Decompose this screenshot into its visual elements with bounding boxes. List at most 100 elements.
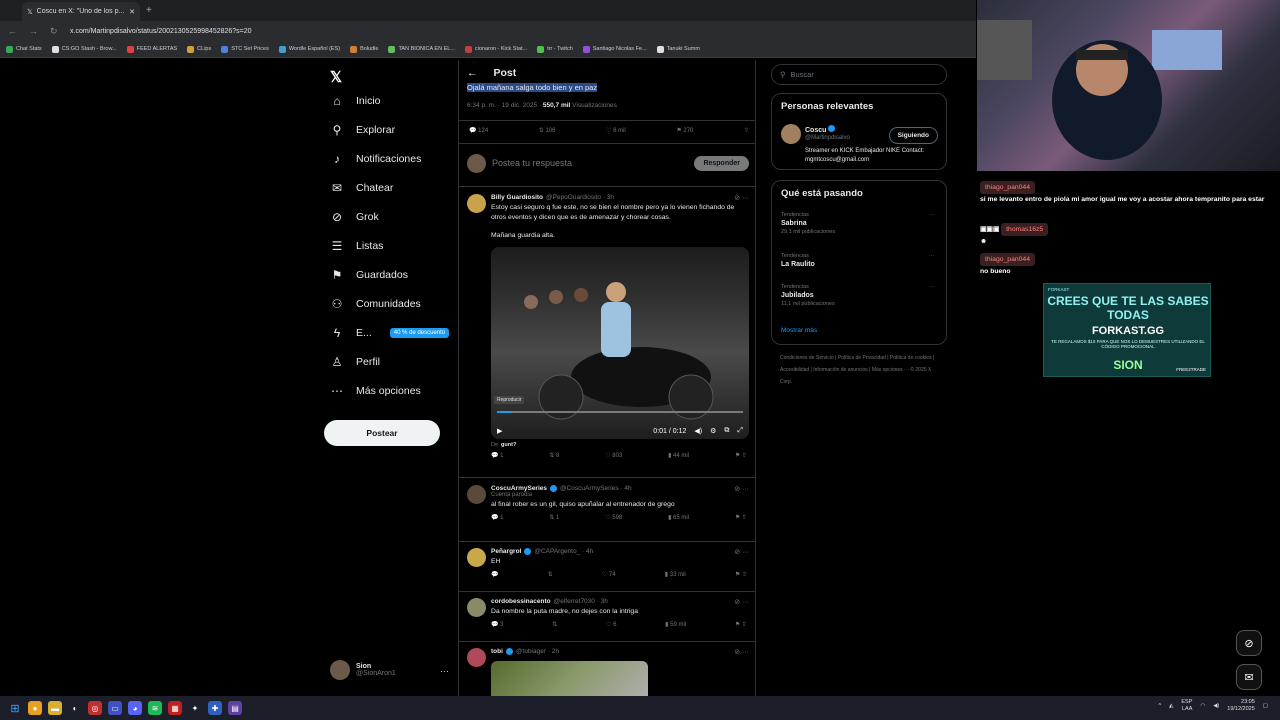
- nav-item-home[interactable]: ⌂ Inicio: [330, 94, 380, 108]
- bookmark-item[interactable]: trr - Twitch: [537, 45, 573, 53]
- browser-tab[interactable]: 𝕏 Coscu en X: "Uno de los p... ✕: [22, 2, 140, 21]
- like-action[interactable]: ♡ 8 mil: [606, 127, 626, 134]
- like-action[interactable]: ♡ 6: [606, 621, 616, 628]
- bookmark-action[interactable]: ⚑ 270: [676, 127, 693, 134]
- app-icon[interactable]: ▤: [228, 701, 242, 715]
- nav-item-person[interactable]: ♙ Perfil: [330, 355, 380, 369]
- back-arrow-icon[interactable]: ←: [467, 67, 478, 79]
- views-action[interactable]: ▮ 65 mil: [668, 514, 689, 521]
- reply-input[interactable]: Postea tu respuesta: [492, 158, 572, 168]
- like-action[interactable]: ♡ 803: [605, 452, 622, 459]
- chat-username[interactable]: thiago_pan044: [980, 253, 1035, 266]
- spotify-icon[interactable]: ≋: [148, 701, 162, 715]
- bookmark-item[interactable]: TAN BIONICA EN EL...: [388, 45, 455, 53]
- chrome-icon[interactable]: ●: [28, 701, 42, 715]
- share-icon[interactable]: ⚑ ⇧: [735, 452, 747, 459]
- more-icon[interactable]: ···: [929, 284, 935, 290]
- clock[interactable]: 23:05 19/12/2025: [1227, 699, 1255, 713]
- reply-action[interactable]: 💬 1: [491, 452, 503, 459]
- x-logo-icon[interactable]: 𝕏: [330, 68, 342, 86]
- chat-username[interactable]: thiago_pan044: [980, 181, 1035, 194]
- chevron-up-icon[interactable]: ^: [1159, 703, 1162, 709]
- reply-action[interactable]: 💬: [491, 571, 498, 578]
- trend-item[interactable]: Tendencias Jubilados 11,1 mil publicacione…: [781, 284, 935, 307]
- nav-item-grok[interactable]: ⊘ Grok: [330, 210, 379, 224]
- search-input[interactable]: ⚲ Buscar: [771, 64, 947, 85]
- bookmark-item[interactable]: FEED ALERTAS: [126, 45, 177, 53]
- author-name[interactable]: Billy Guardiosito: [491, 194, 543, 201]
- chat-username[interactable]: thomas16z5: [1001, 223, 1049, 236]
- following-button[interactable]: Siguiendo: [888, 127, 938, 144]
- repost-action[interactable]: ⇅ 1: [549, 514, 559, 521]
- reply-button[interactable]: Responder: [694, 155, 749, 171]
- more-icon[interactable]: ⊘ ···: [734, 485, 749, 493]
- nav-item-search[interactable]: ⚲ Explorar: [330, 123, 396, 137]
- repost-action[interactable]: ⇅: [552, 621, 557, 628]
- app-icon[interactable]: ▭: [108, 701, 122, 715]
- nav-item-bookmark[interactable]: ⚑ Guardados: [330, 268, 408, 282]
- account-switcher[interactable]: Sion @SionAron1 ···: [330, 660, 449, 680]
- bookmark-item[interactable]: STC Set Prices: [221, 45, 269, 53]
- discord-icon[interactable]: ◕: [128, 701, 142, 715]
- back-icon[interactable]: ←: [8, 26, 17, 37]
- volume-icon[interactable]: ◀): [694, 427, 702, 435]
- app-icon[interactable]: ✦: [188, 701, 202, 715]
- nav-item-mail[interactable]: ✉ Chatear: [330, 181, 393, 195]
- messages-fab-icon[interactable]: ✉: [1236, 664, 1262, 690]
- bookmark-item[interactable]: Wordle Español (ES): [278, 45, 340, 53]
- author-name[interactable]: tobi: [491, 648, 503, 655]
- person-name[interactable]: Coscu: [805, 125, 836, 134]
- share-icon[interactable]: ⇧: [744, 127, 749, 134]
- more-icon[interactable]: ⊘ ···: [734, 548, 749, 556]
- repost-action[interactable]: ⇅ 106: [539, 127, 556, 134]
- fullscreen-icon[interactable]: ⤢: [737, 427, 743, 435]
- grok-fab-icon[interactable]: ⊘: [1236, 630, 1262, 656]
- app-icon[interactable]: ◎: [88, 701, 102, 715]
- share-icon[interactable]: ⚑ ⇧: [735, 621, 747, 628]
- reload-icon[interactable]: ↻: [50, 26, 58, 37]
- author-name[interactable]: CoscuArmySeries: [491, 485, 547, 492]
- reply-action[interactable]: 💬 3: [491, 621, 503, 628]
- bookmark-item[interactable]: Santiago Nicolas Fe...: [582, 45, 647, 53]
- trend-item[interactable]: Tendencias Sabrina 29,1 mil publicaciones ·…: [781, 212, 935, 235]
- tweet-image[interactable]: [491, 661, 648, 700]
- nav-item-people[interactable]: ⚇ Comunidades: [330, 297, 421, 311]
- bookmark-item[interactable]: CS:GO Stash - Brow...: [51, 45, 117, 53]
- repost-action[interactable]: ⇅ 8: [549, 452, 559, 459]
- reply-action[interactable]: 💬 1: [491, 514, 503, 521]
- trend-item[interactable]: Tendencias La Raulito ···: [781, 253, 935, 270]
- bookmark-item[interactable]: Tanuki Summ: [656, 45, 700, 53]
- post-button[interactable]: Postear: [324, 420, 440, 446]
- nav-item-bell[interactable]: ♪ Notificaciones: [330, 152, 421, 166]
- nav-item-more[interactable]: ⋯ Más opciones: [330, 384, 421, 398]
- bookmark-item[interactable]: cionaron - Kick Stat...: [464, 45, 527, 53]
- more-icon[interactable]: ···: [929, 253, 935, 259]
- url-field[interactable]: x.com/Martinpdisalvo/status/200213052599…: [70, 28, 252, 35]
- like-action[interactable]: ♡ 598: [605, 514, 622, 521]
- footer-links[interactable]: Condiciones de Servicio | Política de Pr…: [780, 352, 940, 388]
- video-progress[interactable]: [497, 411, 743, 413]
- settings-icon[interactable]: ⚙: [710, 427, 716, 435]
- windows-start-icon[interactable]: ⊞: [8, 701, 22, 715]
- app-icon[interactable]: ✚: [208, 701, 222, 715]
- nav-item-bolt[interactable]: ϟ E... 40 % de descuento: [330, 326, 450, 340]
- author-name[interactable]: cordobessinacento: [491, 598, 551, 605]
- more-icon[interactable]: ⊘ ···: [734, 194, 749, 202]
- bookmark-item[interactable]: CLips: [187, 45, 211, 53]
- folder-icon[interactable]: ▬: [48, 701, 62, 715]
- volume-icon[interactable]: ◀): [1213, 703, 1219, 709]
- from-user[interactable]: gunt?: [501, 442, 516, 448]
- pip-icon[interactable]: ⧉: [724, 427, 729, 435]
- play-icon[interactable]: ▶: [497, 427, 502, 435]
- share-icon[interactable]: ⚑ ⇧: [735, 514, 747, 521]
- more-icon[interactable]: ···: [440, 666, 449, 676]
- author-name[interactable]: Peñargrol: [491, 548, 521, 555]
- close-tab-icon[interactable]: ✕: [129, 8, 135, 16]
- repost-action[interactable]: ⇅: [548, 571, 553, 578]
- more-icon[interactable]: ···: [929, 212, 935, 218]
- notification-icon[interactable]: ▢: [1263, 703, 1268, 709]
- reply-action[interactable]: 💬 124: [469, 127, 488, 134]
- video-player[interactable]: Reproducir ▶ 0:01 / 0:12 ◀) ⚙ ⧉ ⤢: [491, 247, 749, 439]
- new-tab-icon[interactable]: +: [146, 5, 152, 16]
- more-icon[interactable]: ⊘ ···: [734, 598, 749, 606]
